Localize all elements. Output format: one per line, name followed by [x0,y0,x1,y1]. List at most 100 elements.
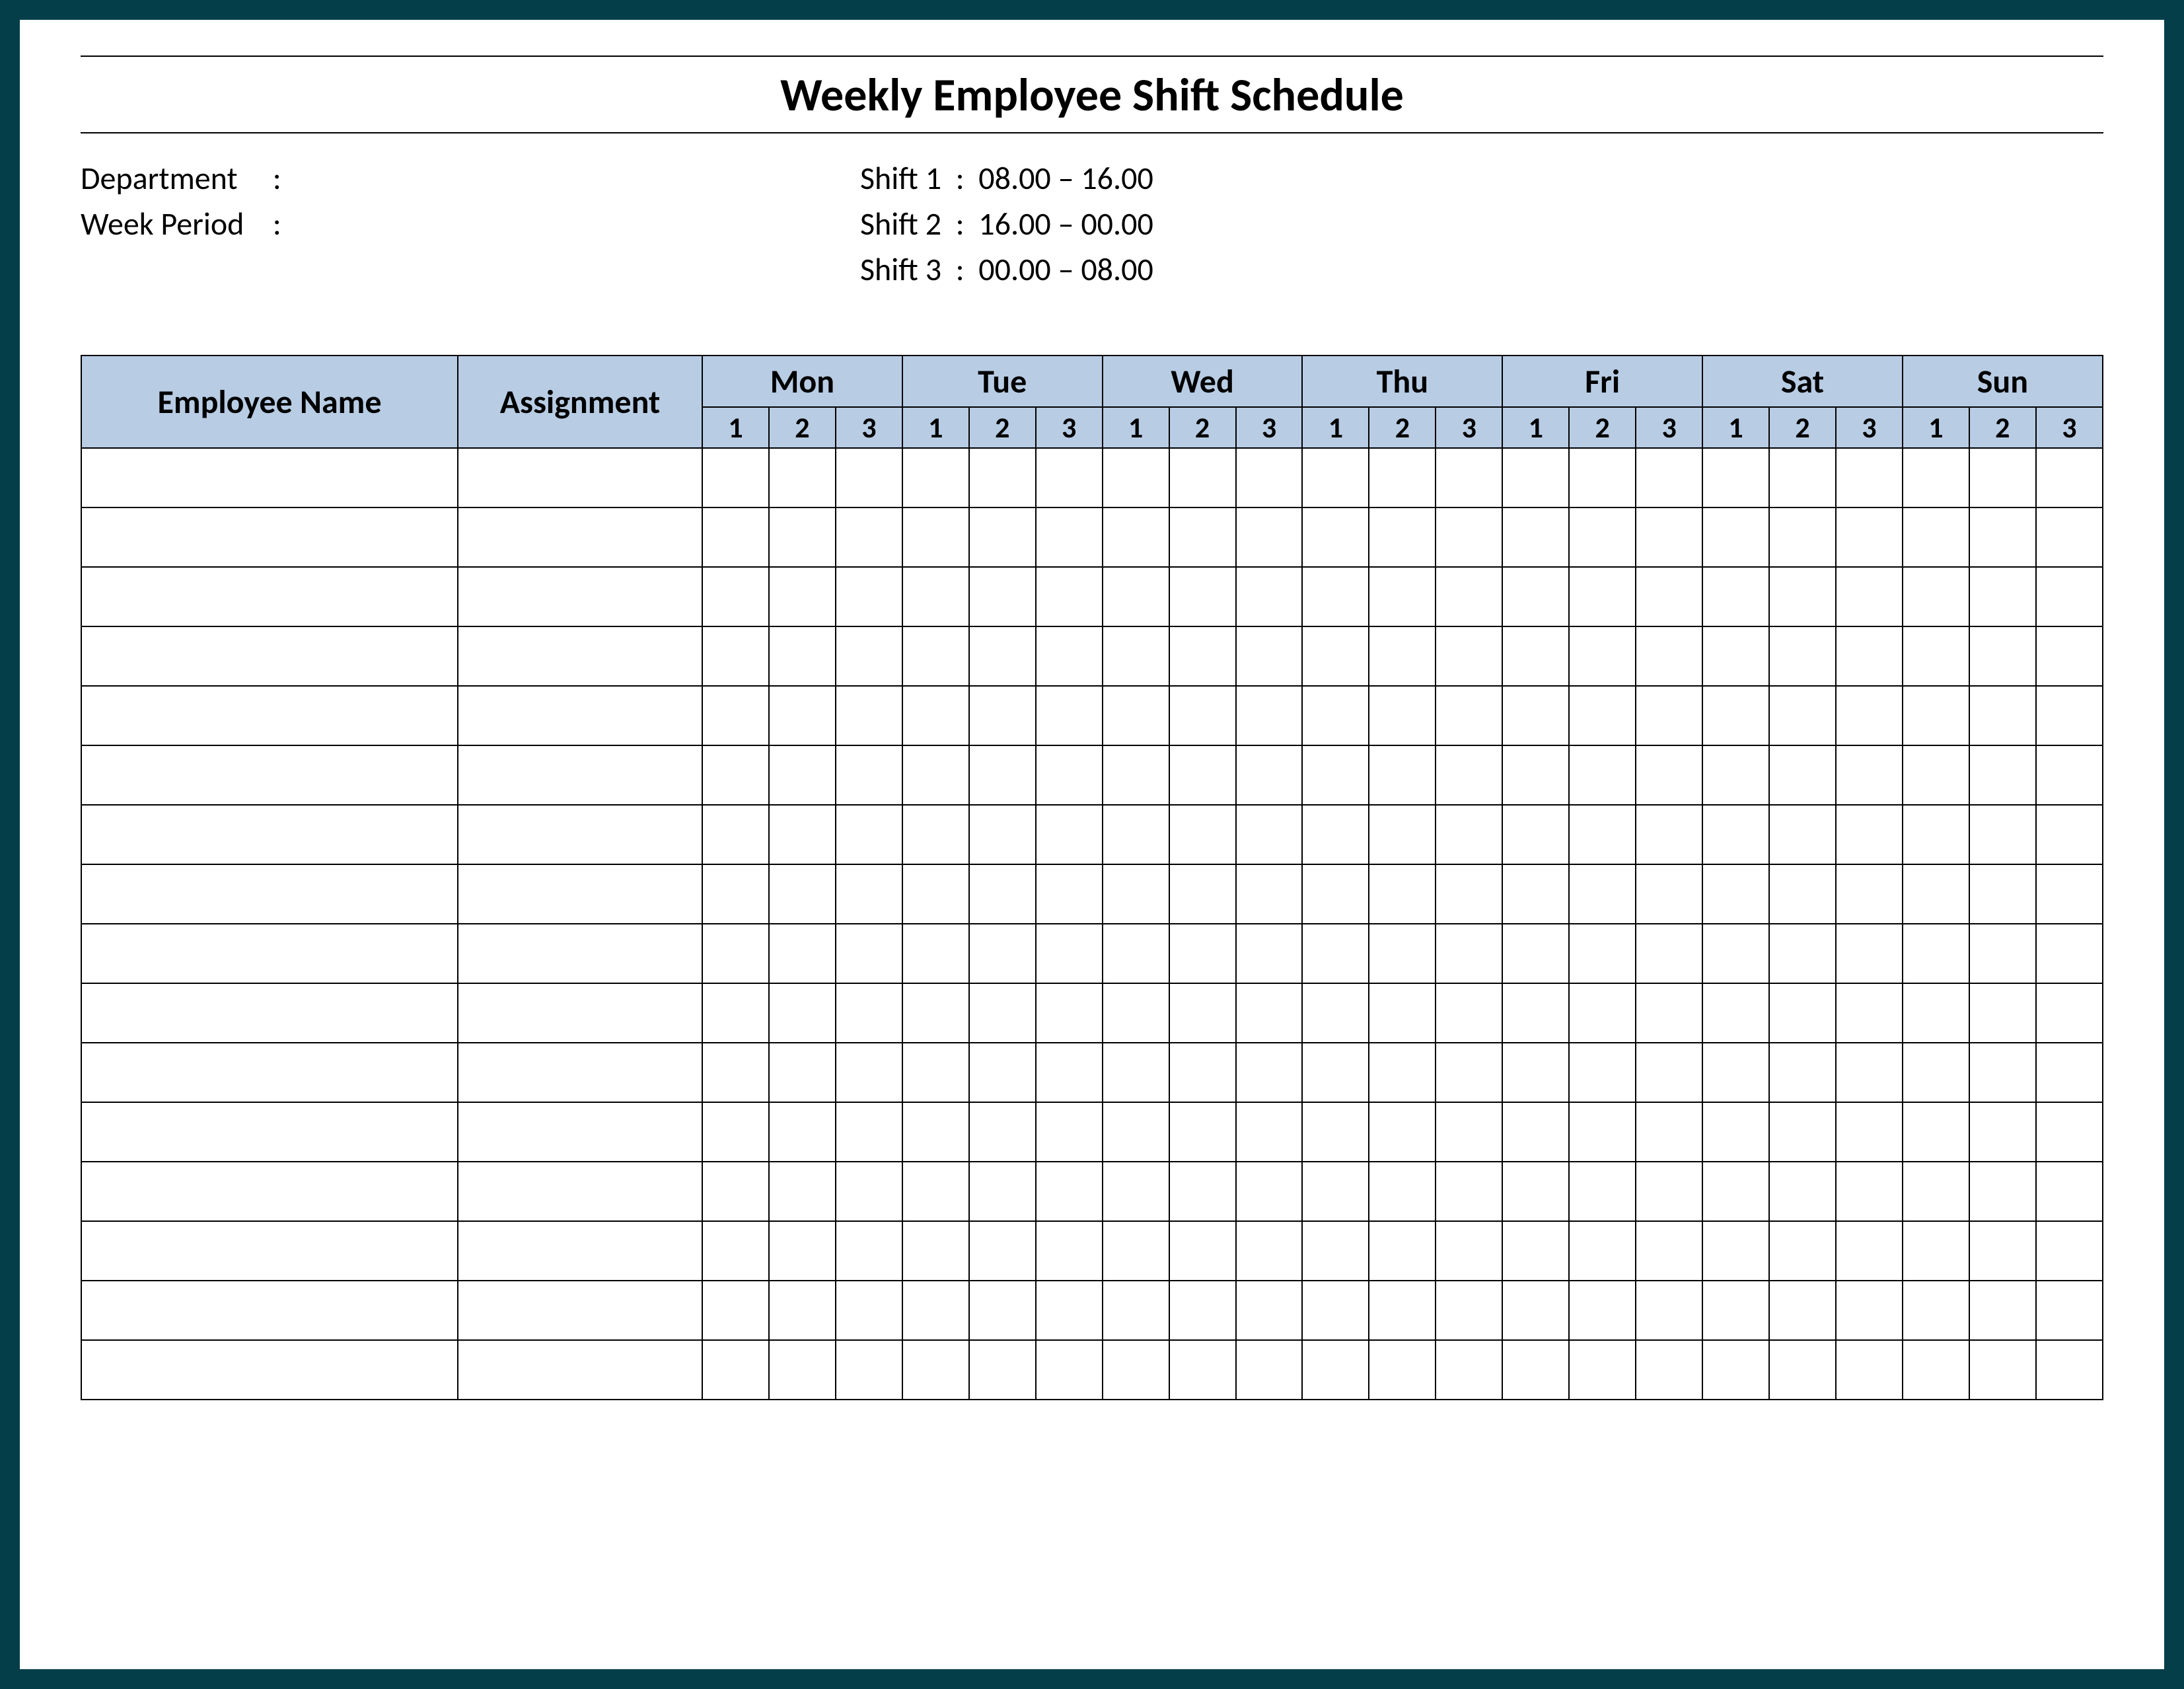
shift-cell [1036,567,1103,626]
shift-cell [1502,626,1569,686]
employee-name-cell [81,1043,458,1102]
shift-cell [1969,1043,2036,1102]
shift-colon: : [949,159,972,198]
assignment-cell [458,1162,702,1221]
shift-cell [769,745,836,805]
shift-cell [1302,1340,1369,1400]
shift-number-header: 2 [1169,407,1236,448]
shift-cell [836,805,902,864]
shift-cell [1436,448,1502,507]
assignment-cell [458,507,702,567]
shift-cell [1903,448,1969,507]
shift-cell [1236,864,1303,924]
shift-cell [969,1162,1036,1221]
shift-cell [1369,1281,1436,1340]
shift-cell [836,745,902,805]
shift-cell [1702,1340,1769,1400]
shift-cell [702,1162,769,1221]
shift-number-header: 1 [1702,407,1769,448]
shift-cell [1036,626,1103,686]
shift-cell [1502,1340,1569,1400]
shift-number-header: 1 [1302,407,1369,448]
shift-cell [702,983,769,1043]
shift-cell [1502,1043,1569,1102]
shift-cell [836,864,902,924]
department-colon: : [273,159,281,198]
shift-cell [902,805,969,864]
shift-cell [1903,1102,1969,1162]
shift-cell [1236,1221,1303,1281]
shift-cell [1036,1162,1103,1221]
meta-section: Department : Week Period : Shift 1 : 08.… [81,159,2103,295]
shift-cell [1569,1043,1636,1102]
shift-cell [1903,1340,1969,1400]
shift-cell [1903,1221,1969,1281]
shift-3-row: Shift 3 : 00.00 – 08.00 [860,250,2103,289]
employee-name-cell [81,1281,458,1340]
department-label: Department [81,159,266,198]
shift-cell [1836,507,1903,567]
shift-cell [969,1102,1036,1162]
shift-cell [1103,1102,1169,1162]
shift-cell [1769,567,1836,626]
shift-cell [1103,1340,1169,1400]
shift-cell [1969,448,2036,507]
week-period-colon: : [273,204,281,243]
shift-cell [1436,864,1502,924]
shift-cell [1436,745,1502,805]
shift-cell [1169,507,1236,567]
shift-cell [1836,626,1903,686]
shift-cell [1636,1340,1702,1400]
day-header-sun: Sun [1903,356,2103,407]
shift-cell [1903,1043,1969,1102]
shift-colon: : [949,250,972,289]
shift-cell [1502,686,1569,745]
shift-cell [2036,983,2103,1043]
shift-cell [1836,448,1903,507]
shift-number-header: 1 [702,407,769,448]
shift-cell [1502,1281,1569,1340]
shift-cell [1369,626,1436,686]
shift-cell [1169,1162,1236,1221]
shift-cell [1302,983,1369,1043]
assignment-cell [458,864,702,924]
shift-cell [1302,1281,1369,1340]
shift-cell [1702,1162,1769,1221]
shift-cell [1502,983,1569,1043]
shift-cell [1969,1281,2036,1340]
department-row: Department : [81,159,860,198]
shift-cell [902,626,969,686]
shift-number-header: 3 [1236,407,1303,448]
shift-cell [1502,507,1569,567]
shift-cell [1702,507,1769,567]
shift-cell [1036,686,1103,745]
shift-cell [1636,864,1702,924]
shift-cell [1836,567,1903,626]
shift-cell [1702,805,1769,864]
shift-cell [1236,1281,1303,1340]
shift-cell [1836,1043,1903,1102]
shift-cell [1769,1281,1836,1340]
assignment-header: Assignment [458,356,702,448]
shift-number-header: 3 [836,407,902,448]
assignment-cell [458,745,702,805]
shift-cell [1836,805,1903,864]
shift-cell [1236,567,1303,626]
shift-cell [1103,805,1169,864]
shift-cell [1569,864,1636,924]
shift-cell [1169,1043,1236,1102]
assignment-cell [458,567,702,626]
shift-cell [969,448,1036,507]
shift-number-header: 2 [1769,407,1836,448]
shift-cell [702,864,769,924]
shift-cell [1569,745,1636,805]
table-row [81,1221,2103,1281]
assignment-cell [458,1102,702,1162]
shift-cell [902,1102,969,1162]
shift-1-time: 08.00 – 16.00 [978,159,1153,198]
shift-cell [1236,745,1303,805]
shift-cell [836,686,902,745]
shift-cell [1369,864,1436,924]
table-row [81,1043,2103,1102]
shift-cell [1302,1043,1369,1102]
